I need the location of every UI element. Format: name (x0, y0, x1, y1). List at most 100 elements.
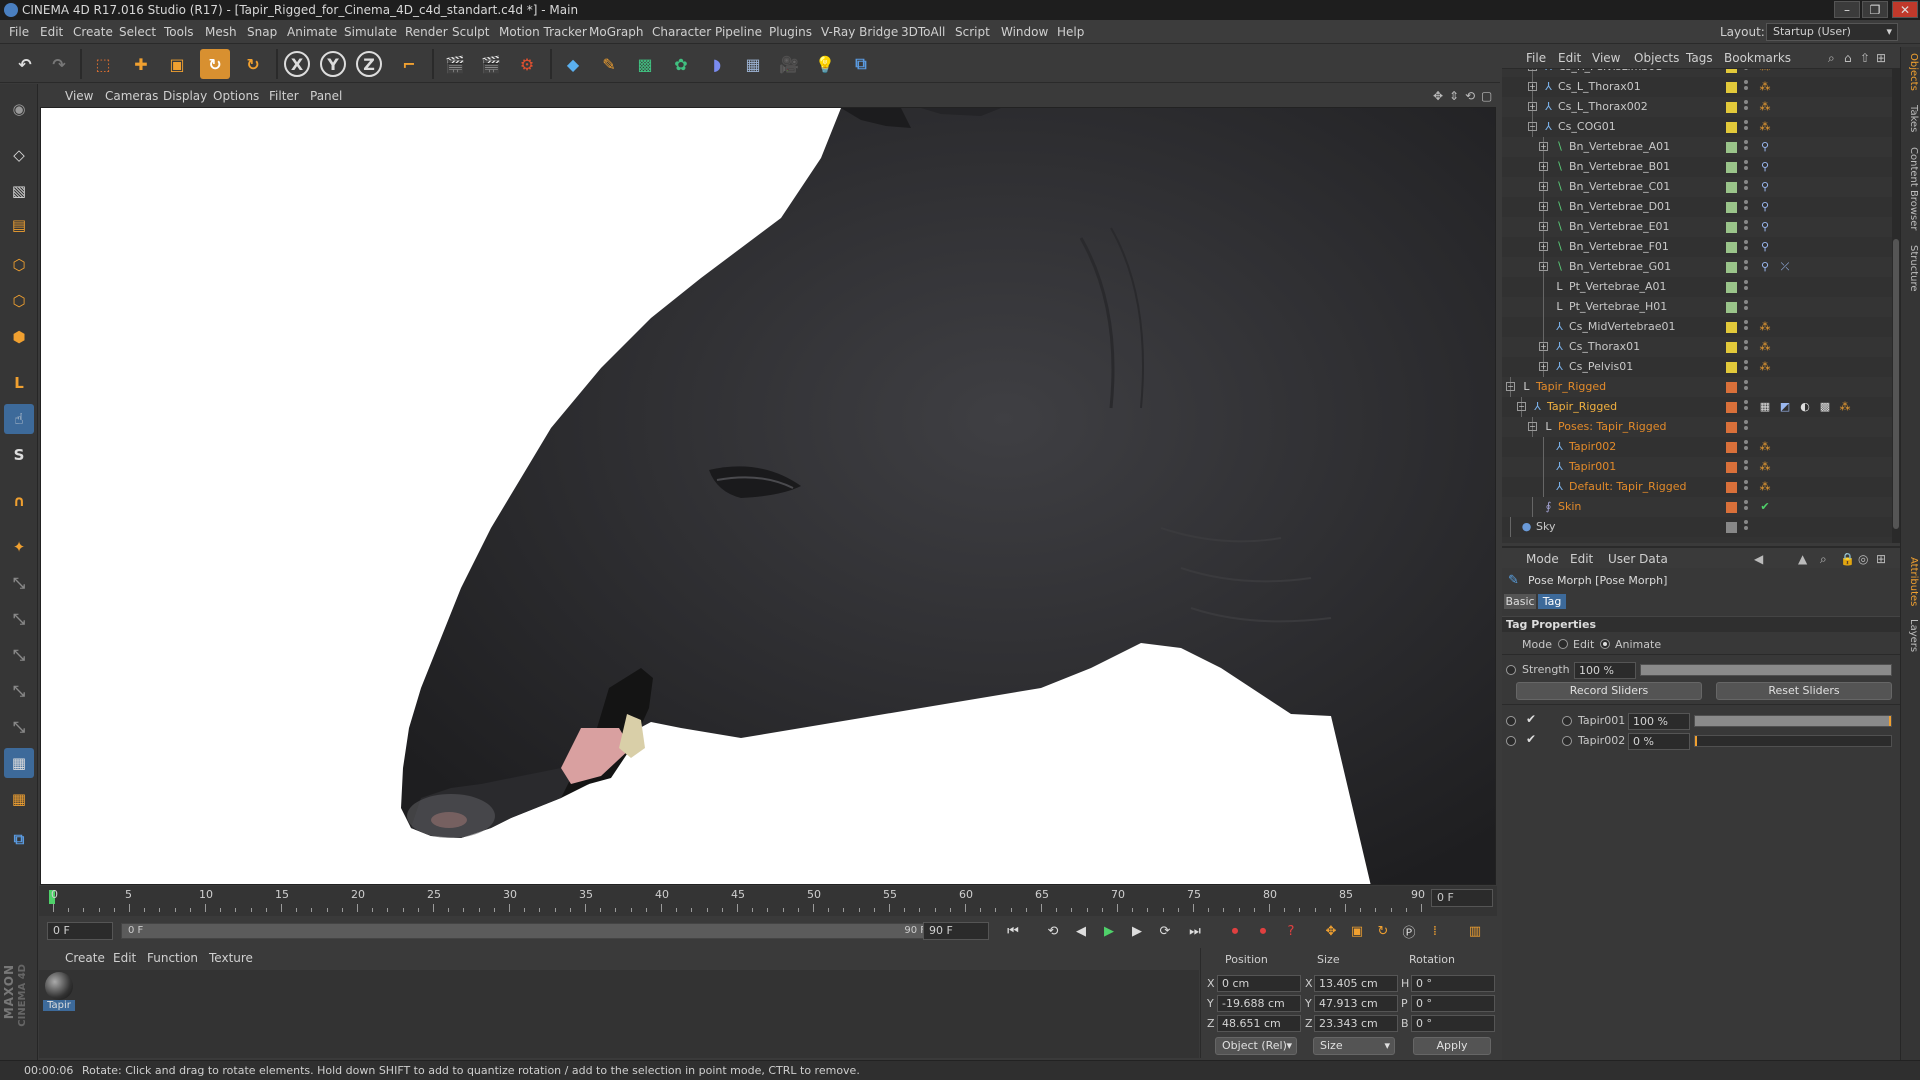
object-row[interactable]: ⅄ Tapir002 ⁂ (1502, 437, 1892, 457)
material-menu-function[interactable]: Function (147, 948, 198, 969)
layer-color-swatch[interactable] (1726, 182, 1737, 193)
object-name[interactable]: Cs_R_PelvisLimb01 (1558, 69, 1662, 77)
pos-z-field[interactable]: 48.651 cm (1217, 1015, 1301, 1032)
viewport-move-icon[interactable]: ✥ (1433, 86, 1443, 107)
end-frame-field[interactable]: 90 F (923, 922, 989, 940)
object-name[interactable]: Bn_Vertebrae_A01 (1569, 137, 1670, 157)
up-arrow-icon[interactable]: ▲ (1798, 548, 1807, 570)
start-frame-field[interactable]: 0 F (47, 922, 113, 940)
expand-icon[interactable]: + (1539, 262, 1548, 271)
object-name[interactable]: Tapir002 (1569, 437, 1616, 457)
expand-icon[interactable]: + (1539, 242, 1548, 251)
layer-color-swatch[interactable] (1726, 282, 1737, 293)
next-frame-icon[interactable]: ▶ (1125, 920, 1149, 942)
object-menu-edit[interactable]: Edit (1558, 47, 1581, 69)
target1-animate-toggle[interactable] (1506, 716, 1516, 726)
collapse-icon[interactable]: − (1528, 122, 1537, 131)
texture-mode-icon[interactable]: ▧ (4, 176, 34, 206)
strength-animate-toggle[interactable] (1506, 665, 1516, 675)
strength-field[interactable]: 100 % (1574, 662, 1636, 679)
visibility-dots[interactable] (1744, 220, 1749, 233)
uvw-tag-icon[interactable]: ▩ (1818, 400, 1832, 414)
object-row[interactable]: + ∖ Bn_Vertebrae_D01 ⚲ (1502, 197, 1892, 217)
layer-color-swatch[interactable] (1726, 482, 1737, 493)
timeline-window-icon[interactable]: ▥ (1463, 920, 1487, 942)
menu-simulate[interactable]: Simulate (339, 20, 402, 44)
constraint-tag-icon[interactable]: ⁂ (1758, 320, 1772, 334)
object-row[interactable]: ⅄ Cs_MidVertebrae01 ⁂ (1502, 317, 1892, 337)
object-row[interactable]: ● Sky (1502, 517, 1892, 537)
menu-plugins[interactable]: Plugins (764, 20, 817, 44)
camera-icon[interactable]: 🎥 (774, 49, 804, 79)
goto-start-icon[interactable]: ⏮ (1001, 920, 1025, 942)
layer-color-swatch[interactable] (1726, 242, 1737, 253)
key-pla-icon[interactable]: ⁞ (1423, 920, 1447, 942)
material-menu-edit[interactable]: Edit (113, 948, 136, 969)
material-swatch[interactable]: Tapir (43, 972, 75, 1018)
expand-icon[interactable]: + (1539, 342, 1548, 351)
target1-enable-checkmark-icon[interactable]: ✔ (1526, 712, 1536, 726)
target2-animate-toggle[interactable] (1506, 736, 1516, 746)
object-row[interactable]: + ⅄ Cs_Thorax01 ⁂ (1502, 337, 1892, 357)
model-mode-icon[interactable]: ◇ (4, 140, 34, 170)
visibility-dots[interactable] (1744, 440, 1749, 453)
object-row[interactable]: + ⅄ Cs_L_Thorax01 ⁂ (1502, 77, 1892, 97)
object-list[interactable]: +⅄Cs_R_PelvisLimb01⁂+⅄Cs_L_Thorax01⁂+⅄Cs… (1502, 69, 1892, 543)
key-rotation-icon[interactable]: ↻ (1371, 920, 1395, 942)
visibility-dots[interactable] (1744, 380, 1749, 393)
search-icon[interactable]: ⌕ (1828, 47, 1835, 69)
scrollbar-thumb[interactable] (1893, 239, 1899, 529)
search-icon[interactable]: ⌕ (1820, 548, 1827, 570)
expand-icon[interactable]: + (1528, 82, 1537, 91)
size-y-field[interactable]: 47.913 cm (1314, 995, 1398, 1012)
size-mode-select[interactable]: Size ▾ (1313, 1037, 1395, 1055)
layer-color-swatch[interactable] (1726, 162, 1737, 173)
target1-key-toggle[interactable] (1562, 716, 1572, 726)
object-row[interactable]: ⅄ Default: Tapir_Rigged ⁂ (1502, 477, 1892, 497)
menu-pipeline[interactable]: Pipeline (710, 20, 767, 44)
visibility-dots[interactable] (1744, 320, 1749, 333)
pos-y-field[interactable]: -19.688 cm (1217, 995, 1301, 1012)
ik-tag-icon[interactable]: ⚲ (1758, 200, 1772, 214)
target2-key-toggle[interactable] (1562, 736, 1572, 746)
object-row[interactable]: − ⅄ Cs_COG01 ⁂ (1502, 117, 1892, 137)
expand-icon[interactable]: + (1539, 362, 1548, 371)
tab-layers[interactable]: Layers (1903, 619, 1919, 652)
size-z-field[interactable]: 23.343 cm (1314, 1015, 1398, 1032)
coordinate-system-icon[interactable]: ⌐ (394, 49, 424, 79)
visibility-dots[interactable] (1744, 140, 1749, 153)
rot-h-field[interactable]: 0 ° (1411, 975, 1495, 992)
viewport-menu-options[interactable]: Options (213, 86, 259, 107)
constraint-tag-icon[interactable]: ⁂ (1758, 360, 1772, 374)
cube-icon[interactable]: ◆ (558, 49, 588, 79)
goto-end-icon[interactable]: ⏭ (1183, 920, 1207, 942)
ik-tag-icon[interactable]: ⚲ (1758, 240, 1772, 254)
ik-tag-icon[interactable]: ⚲ (1758, 160, 1772, 174)
visibility-dots[interactable] (1744, 420, 1749, 433)
visibility-dots[interactable] (1744, 500, 1749, 513)
target-icon[interactable]: ◎ (1858, 548, 1868, 570)
visibility-dots[interactable] (1744, 480, 1749, 493)
object-name[interactable]: Tapir001 (1569, 457, 1616, 477)
solo-mode-icon[interactable]: ▦ (4, 748, 34, 778)
edges-mode-icon[interactable]: ⬡ (4, 286, 34, 316)
object-name[interactable]: Bn_Vertebrae_F01 (1569, 237, 1669, 257)
object-row[interactable]: + ⅄ Cs_Pelvis01 ⁂ (1502, 357, 1892, 377)
workplane-mode-icon[interactable]: ▤ (4, 210, 34, 240)
visibility-dots[interactable] (1744, 340, 1749, 353)
object-row[interactable]: L Pt_Vertebrae_A01 (1502, 277, 1892, 297)
ik-tag-icon[interactable]: ⚲ (1758, 260, 1772, 274)
target1-slider[interactable] (1694, 715, 1892, 727)
layout-select[interactable]: Startup (User) ▾ (1766, 23, 1898, 41)
menu-mesh[interactable]: Mesh (200, 20, 242, 44)
object-row[interactable]: − L Poses: Tapir_Rigged (1502, 417, 1892, 437)
object-name[interactable]: Cs_MidVertebrae01 (1569, 317, 1676, 337)
target1-value-field[interactable]: 100 % (1628, 713, 1690, 730)
python-icon[interactable]: ⧉ (846, 49, 876, 79)
object-menu-file[interactable]: File (1526, 47, 1546, 69)
weight-tool-icon[interactable]: ⤡ (4, 640, 34, 670)
layer-color-swatch[interactable] (1726, 302, 1737, 313)
rot-p-field[interactable]: 0 ° (1411, 995, 1495, 1012)
size-x-field[interactable]: 13.405 cm (1314, 975, 1398, 992)
visibility-dots[interactable] (1744, 69, 1749, 73)
